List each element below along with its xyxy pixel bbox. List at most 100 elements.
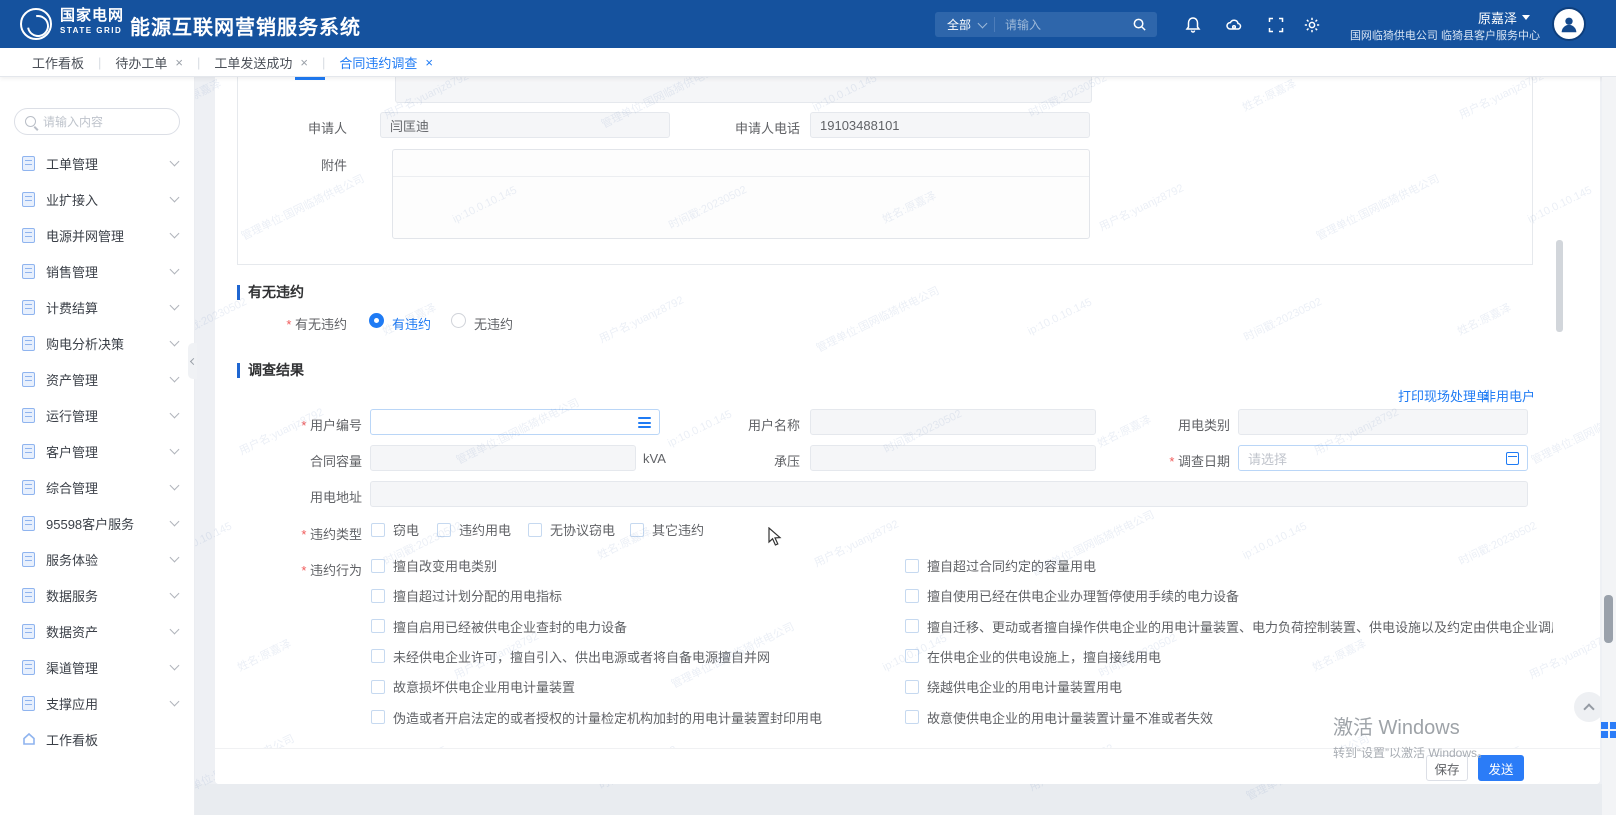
checkbox-option-故意使供电企业的用电计量[interactable]: 故意使供电企业的用电计量装置计量不准或者失效 [905, 708, 1213, 727]
sidebar-item-支撑应用[interactable]: 支撑应用 [0, 685, 194, 721]
tab-合同违约调查[interactable]: 合同违约调查× [325, 53, 447, 72]
bell-icon[interactable] [1184, 16, 1202, 34]
checkbox-icon[interactable] [528, 523, 542, 537]
radio-no-breach[interactable] [451, 313, 466, 328]
checkbox-option-擅自启用已经被供电企业查[interactable]: 擅自启用已经被供电企业查封的电力设备 [371, 617, 627, 636]
checkbox-icon[interactable] [905, 710, 919, 724]
sidebar-item-综合管理[interactable]: 综合管理 [0, 469, 194, 505]
checkbox-option-未经供电企业许可，擅自引[interactable]: 未经供电企业许可，擅自引入、供出电源或者将自备电源擅自并网 [371, 647, 770, 666]
non-power-user-link[interactable]: 非用电户 [1483, 386, 1535, 405]
close-icon[interactable]: × [425, 55, 433, 70]
checkbox-icon[interactable] [437, 523, 451, 537]
back-to-top-button[interactable] [1574, 692, 1604, 722]
checkbox-option-其它违约[interactable]: 其它违约 [630, 520, 704, 539]
checkbox-option-擅自改变用电类别[interactable]: 擅自改变用电类别 [371, 556, 497, 575]
tab-待办工单[interactable]: 待办工单× [101, 53, 197, 72]
user-avatar[interactable] [1552, 7, 1586, 41]
user-menu[interactable]: 原嘉泽 [1478, 8, 1530, 27]
page-bottom-strip [195, 784, 1616, 815]
checkbox-option-故意损坏供电企业用电计量[interactable]: 故意损坏供电企业用电计量装置 [371, 677, 575, 696]
sidebar-item-数据服务[interactable]: 数据服务 [0, 577, 194, 613]
checkbox-icon[interactable] [371, 559, 385, 573]
attachment-upload-area[interactable] [392, 149, 1090, 239]
print-site-order-link[interactable]: 打印现场处理单 [1398, 386, 1489, 405]
close-icon[interactable]: × [300, 55, 308, 70]
checkbox-icon[interactable] [905, 619, 919, 633]
search-icon[interactable] [1132, 17, 1147, 32]
checkbox-icon[interactable] [905, 589, 919, 603]
send-button[interactable]: 发送 [1478, 755, 1524, 781]
sidebar-item-销售管理[interactable]: 销售管理 [0, 253, 194, 289]
checkbox-icon[interactable] [371, 649, 385, 663]
cloud-icon[interactable] [1225, 16, 1243, 34]
radio-no-breach-label[interactable]: 无违约 [474, 314, 513, 333]
survey-date-picker[interactable]: 请选择 [1238, 445, 1528, 471]
sidebar-collapse-handle[interactable] [188, 343, 197, 379]
radio-has-breach[interactable] [369, 313, 384, 328]
sidebar-search-input[interactable]: 请输入内容 [14, 108, 180, 135]
sidebar-item-工作看板[interactable]: 工作看板 [0, 721, 194, 757]
tab-工作看板[interactable]: 工作看板 [18, 53, 98, 72]
sidebar-item-95598客户服务[interactable]: 95598客户服务 [0, 505, 194, 541]
checkbox-option-违约用电[interactable]: 违约用电 [437, 520, 511, 539]
checkbox-icon[interactable] [371, 589, 385, 603]
close-icon[interactable]: × [175, 55, 183, 70]
app-header: 国家电网 STATE GRID 能源互联网营销服务系统 全部 请输入 原嘉泽 [0, 0, 1616, 48]
fullscreen-icon[interactable] [1267, 16, 1285, 34]
truncated-field [395, 77, 1092, 103]
checkbox-icon[interactable] [371, 619, 385, 633]
applicant-phone-label: 申请人电话 [730, 118, 800, 137]
power-category-label: 用电类别 [1170, 415, 1230, 434]
radio-has-breach-label[interactable]: 有违约 [392, 314, 431, 333]
tab-工单发送成功[interactable]: 工单发送成功 × [200, 53, 322, 72]
checkbox-option-擅自使用已经在供电企业办[interactable]: 擅自使用已经在供电企业办理暂停使用手续的电力设备 [905, 586, 1239, 605]
global-search[interactable]: 全部 请输入 [935, 12, 1157, 37]
checkbox-label: 未经供电企业许可，擅自引入、供出电源或者将自备电源擅自并网 [393, 647, 770, 666]
gear-icon[interactable] [1303, 16, 1321, 34]
save-button[interactable]: 保存 [1426, 755, 1468, 781]
checkbox-icon[interactable] [905, 680, 919, 694]
tab-label: 工单发送成功 [214, 53, 292, 72]
sidebar-item-计费结算[interactable]: 计费结算 [0, 289, 194, 325]
sidebar-item-服务体验[interactable]: 服务体验 [0, 541, 194, 577]
document-icon [22, 660, 35, 675]
user-name: 原嘉泽 [1478, 8, 1517, 27]
checkbox-icon[interactable] [630, 523, 644, 537]
sidebar-item-电源并网管理[interactable]: 电源并网管理 [0, 217, 194, 253]
sidebar-item-渠道管理[interactable]: 渠道管理 [0, 649, 194, 685]
checkbox-option-在供电企业的供电设施上，[interactable]: 在供电企业的供电设施上，擅自接线用电 [905, 647, 1161, 666]
sidebar-item-客户管理[interactable]: 客户管理 [0, 433, 194, 469]
scrollbar-thumb[interactable] [1604, 595, 1613, 643]
search-scope-select[interactable]: 全部 [935, 16, 994, 33]
page-scrollbar[interactable] [1602, 77, 1616, 815]
checkbox-icon[interactable] [371, 680, 385, 694]
calendar-icon[interactable] [1506, 452, 1519, 465]
checkbox-option-伪造或者开启法定的或者授[interactable]: 伪造或者开启法定的或者授权的计量检定机构加封的用电计量装置封印用电 [371, 708, 822, 727]
brand-text: 国家电网 STATE GRID [60, 8, 124, 35]
sidebar-item-运行管理[interactable]: 运行管理 [0, 397, 194, 433]
sidebar-item-购电分析决策[interactable]: 购电分析决策 [0, 325, 194, 361]
checkbox-icon[interactable] [371, 710, 385, 724]
search-input[interactable]: 请输入 [995, 16, 1132, 33]
checkbox-icon[interactable] [905, 649, 919, 663]
grid-widget-icon[interactable] [1601, 722, 1616, 738]
list-picker-icon[interactable] [638, 417, 651, 428]
checkbox-icon[interactable] [371, 523, 385, 537]
action-footer: 保存 发送 [215, 748, 1600, 784]
checkbox-option-擅自迁移、更动或者擅自操[interactable]: 擅自迁移、更动或者擅自操作供电企业的用电计量装置、电力负荷控制装置、供电设施以及… [905, 617, 1553, 636]
sidebar-item-资产管理[interactable]: 资产管理 [0, 361, 194, 397]
checkbox-option-擅自超过合同约定的容量用[interactable]: 擅自超过合同约定的容量用电 [905, 556, 1096, 575]
chevron-down-icon [170, 300, 180, 310]
checkbox-option-窃电[interactable]: 窃电 [371, 520, 419, 539]
checkbox-option-绕越供电企业的用电计量装[interactable]: 绕越供电企业的用电计量装置用电 [905, 677, 1122, 696]
document-icon [22, 696, 35, 711]
sidebar-item-业扩接入[interactable]: 业扩接入 [0, 181, 194, 217]
sidebar-item-工单管理[interactable]: 工单管理 [0, 145, 194, 181]
user-no-input[interactable] [370, 409, 660, 435]
checkbox-option-擅自超过计划分配的用电指[interactable]: 擅自超过计划分配的用电指标 [371, 586, 562, 605]
checkbox-icon[interactable] [905, 559, 919, 573]
content-scrollbar-thumb[interactable] [1556, 240, 1563, 332]
power-category-field [1238, 409, 1528, 435]
sidebar-item-数据资产[interactable]: 数据资产 [0, 613, 194, 649]
checkbox-option-无协议窃电[interactable]: 无协议窃电 [528, 520, 615, 539]
